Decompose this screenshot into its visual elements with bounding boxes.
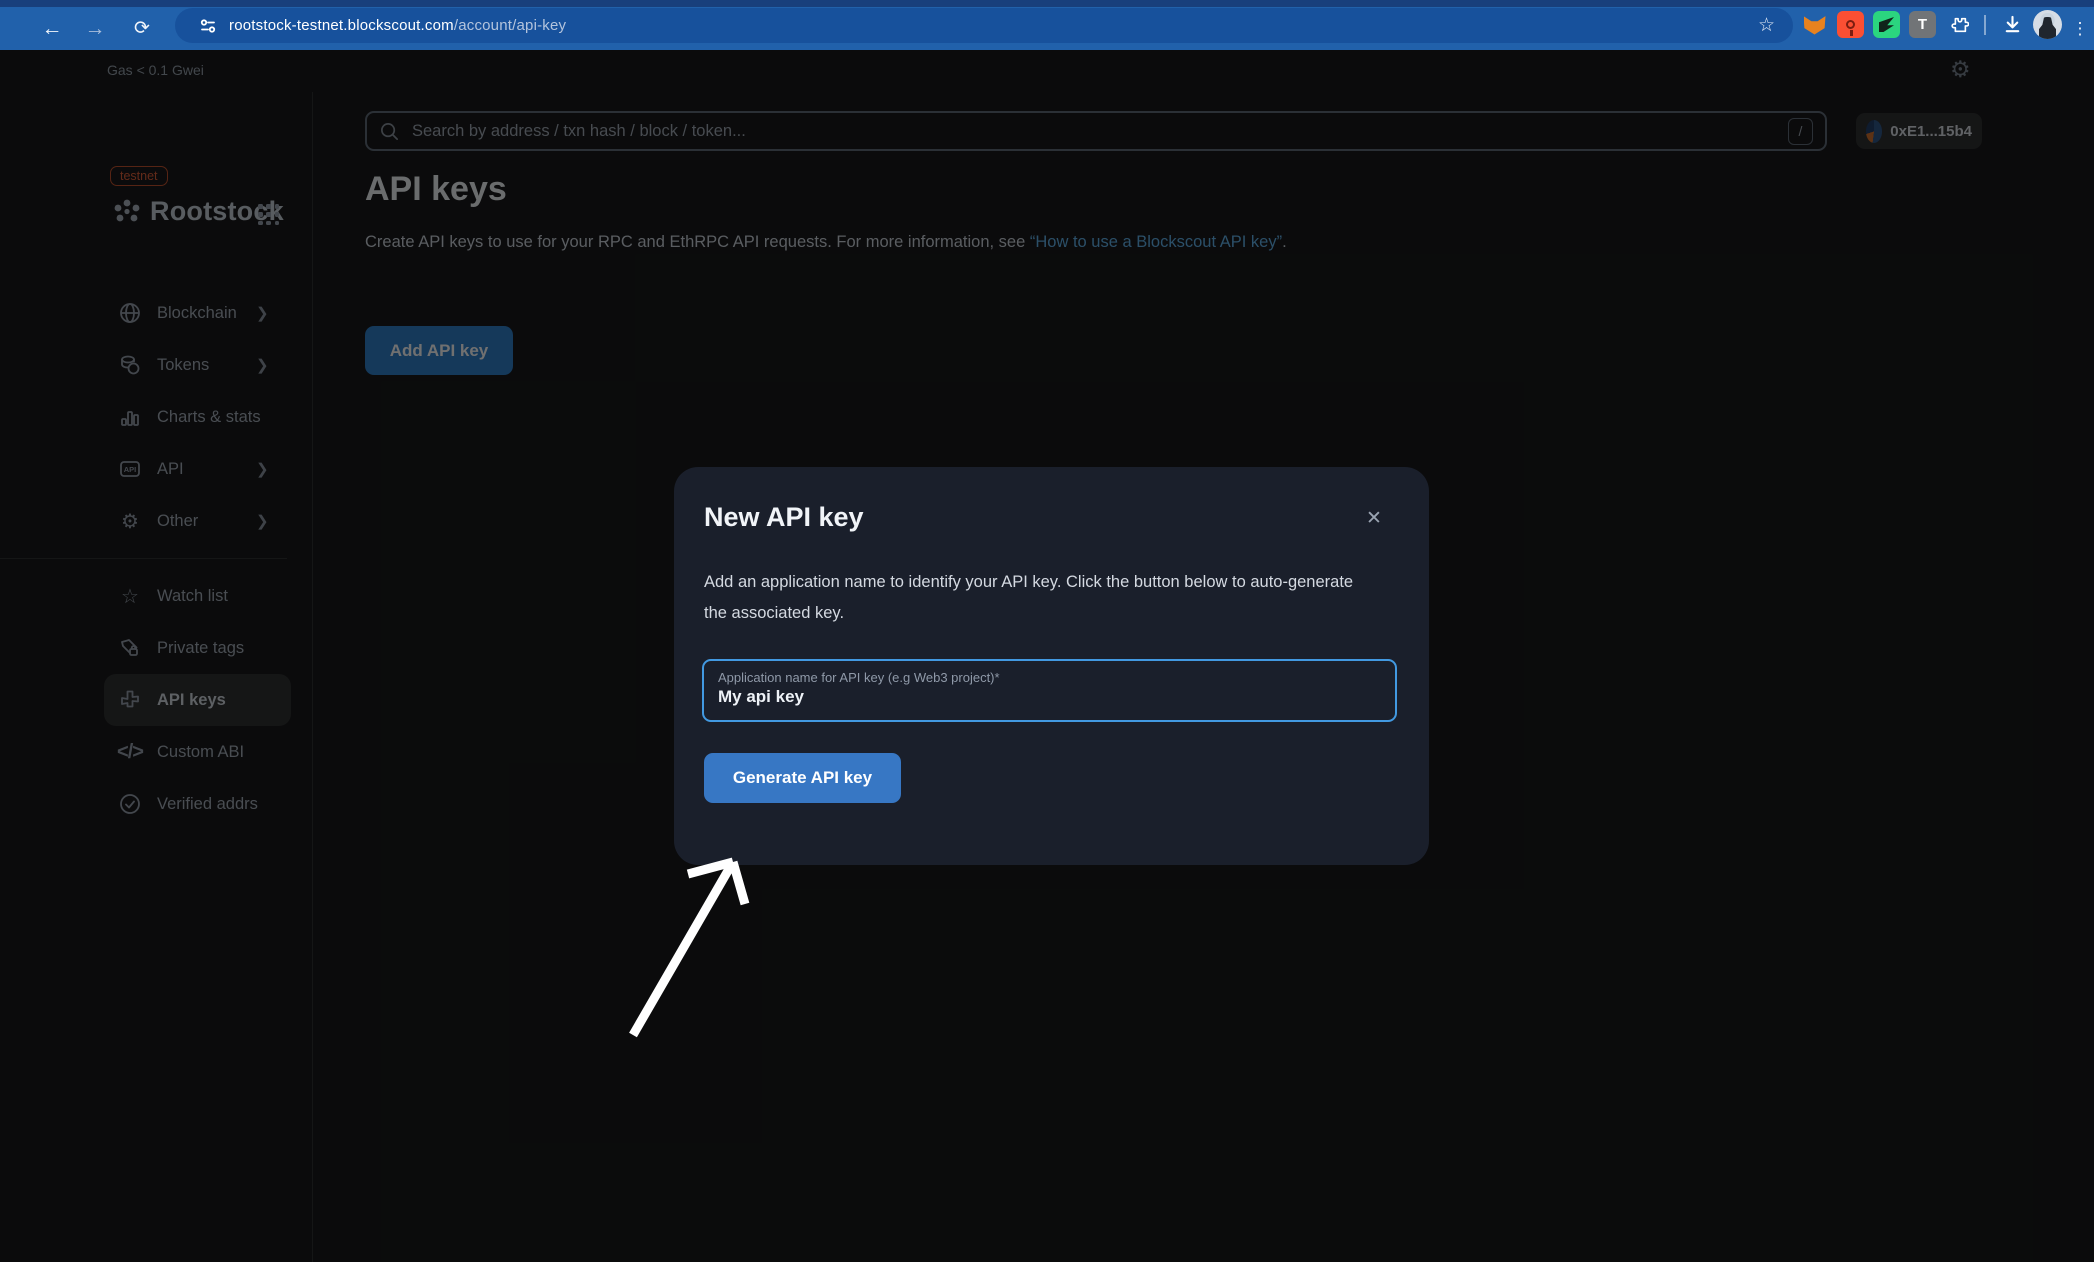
- sidebar-item-charts-stats[interactable]: Charts & stats: [0, 391, 313, 443]
- search-bar[interactable]: /: [365, 111, 1827, 151]
- sidebar-item-custom-abi[interactable]: </> Custom ABI: [0, 726, 313, 778]
- reload-icon[interactable]: ⟳: [124, 7, 160, 50]
- page-viewport: Gas < 0.1 Gwei ⚙ testnet Rootstock: [0, 50, 2094, 1262]
- tag-lock-icon: [117, 635, 143, 661]
- rootstock-logo-icon: [112, 197, 142, 227]
- modal-description: Add an application name to identify your…: [704, 567, 1394, 629]
- green-extension-icon[interactable]: [1873, 11, 1900, 38]
- bar-chart-icon: [117, 404, 143, 430]
- sidebar: testnet Rootstock Blockcha: [0, 92, 313, 1262]
- globe-icon: [117, 300, 143, 326]
- metamask-extension-icon[interactable]: [1801, 11, 1828, 38]
- application-name-label: Application name for API key (e.g Web3 p…: [718, 670, 1381, 685]
- api-key-icon: [117, 687, 143, 713]
- modal-title: New API key: [704, 502, 864, 533]
- page-description: Create API keys to use for your RPC and …: [365, 233, 1287, 252]
- check-circle-icon: [117, 791, 143, 817]
- page-title: API keys: [365, 170, 507, 209]
- search-input[interactable]: [412, 122, 1788, 141]
- browser-profile-avatar[interactable]: [2033, 10, 2062, 39]
- sidebar-item-other[interactable]: ⚙ Other ❯: [0, 495, 313, 547]
- search-shortcut-hint: /: [1788, 118, 1813, 145]
- testnet-badge: testnet: [110, 166, 168, 186]
- api-icon: API: [117, 456, 143, 482]
- forward-icon[interactable]: →: [77, 7, 113, 50]
- new-api-key-modal: New API key ✕ Add an application name to…: [674, 467, 1429, 865]
- extensions-puzzle-icon[interactable]: [1945, 11, 1972, 38]
- sidebar-item-private-tags[interactable]: Private tags: [0, 622, 313, 674]
- gear-icon: ⚙: [117, 508, 143, 534]
- site-info-icon[interactable]: [199, 17, 217, 35]
- account-address: 0xE1...15b4: [1890, 123, 1972, 140]
- browser-toolbar: ← → ⟳ rootstock-testnet.blockscout.com/a…: [0, 0, 2094, 50]
- apps-grid-icon[interactable]: [258, 204, 280, 226]
- page-settings-gear-icon[interactable]: ⚙: [1950, 56, 1971, 83]
- chevron-right-icon: ❯: [256, 512, 269, 530]
- sidebar-item-api[interactable]: API API ❯: [0, 443, 313, 495]
- chevron-right-icon: ❯: [256, 304, 269, 322]
- sidebar-item-tokens[interactable]: Tokens ❯: [0, 339, 313, 391]
- sidebar-item-api-keys[interactable]: API keys: [104, 674, 291, 726]
- orange-extension-icon[interactable]: [1837, 11, 1864, 38]
- account-button[interactable]: 0xE1...15b4: [1856, 113, 1982, 149]
- sidebar-separator: [0, 558, 287, 559]
- bookmark-star-icon[interactable]: ☆: [1758, 14, 1775, 37]
- application-name-field[interactable]: Application name for API key (e.g Web3 p…: [702, 659, 1397, 722]
- back-icon[interactable]: ←: [34, 7, 70, 50]
- svg-text:API: API: [124, 465, 137, 474]
- code-icon: </>: [117, 739, 143, 765]
- gas-price-label: Gas < 0.1 Gwei: [107, 62, 204, 78]
- toolbar-divider: [1984, 15, 1986, 35]
- stats-strip: Gas < 0.1 Gwei ⚙: [0, 50, 2094, 92]
- application-name-input[interactable]: [718, 687, 1381, 707]
- screen: ← → ⟳ rootstock-testnet.blockscout.com/a…: [0, 0, 2094, 1262]
- t-extension-icon[interactable]: T: [1909, 11, 1936, 38]
- add-api-key-button[interactable]: Add API key: [365, 326, 513, 375]
- sidebar-item-verified-addrs[interactable]: Verified addrs: [0, 778, 313, 830]
- browser-menu-icon[interactable]: ⋮: [2062, 7, 2094, 50]
- chevron-right-icon: ❯: [256, 356, 269, 374]
- coins-icon: [117, 352, 143, 378]
- sidebar-item-watch-list[interactable]: ☆ Watch list: [0, 570, 313, 622]
- url-text[interactable]: rootstock-testnet.blockscout.com/account…: [229, 17, 566, 34]
- generate-api-key-button[interactable]: Generate API key: [704, 753, 901, 803]
- close-icon[interactable]: ✕: [1366, 507, 1382, 530]
- star-icon: ☆: [117, 583, 143, 609]
- api-key-docs-link[interactable]: “How to use a Blockscout API key”: [1030, 233, 1282, 251]
- url-bar[interactable]: rootstock-testnet.blockscout.com/account…: [175, 8, 1793, 43]
- account-identicon: [1866, 120, 1882, 143]
- sidebar-nav: Blockchain ❯ Tokens ❯ Charts & stats: [0, 287, 313, 830]
- sidebar-item-blockchain[interactable]: Blockchain ❯: [0, 287, 313, 339]
- downloads-icon[interactable]: [1999, 11, 2026, 38]
- chevron-right-icon: ❯: [256, 460, 269, 478]
- search-icon: [379, 121, 400, 142]
